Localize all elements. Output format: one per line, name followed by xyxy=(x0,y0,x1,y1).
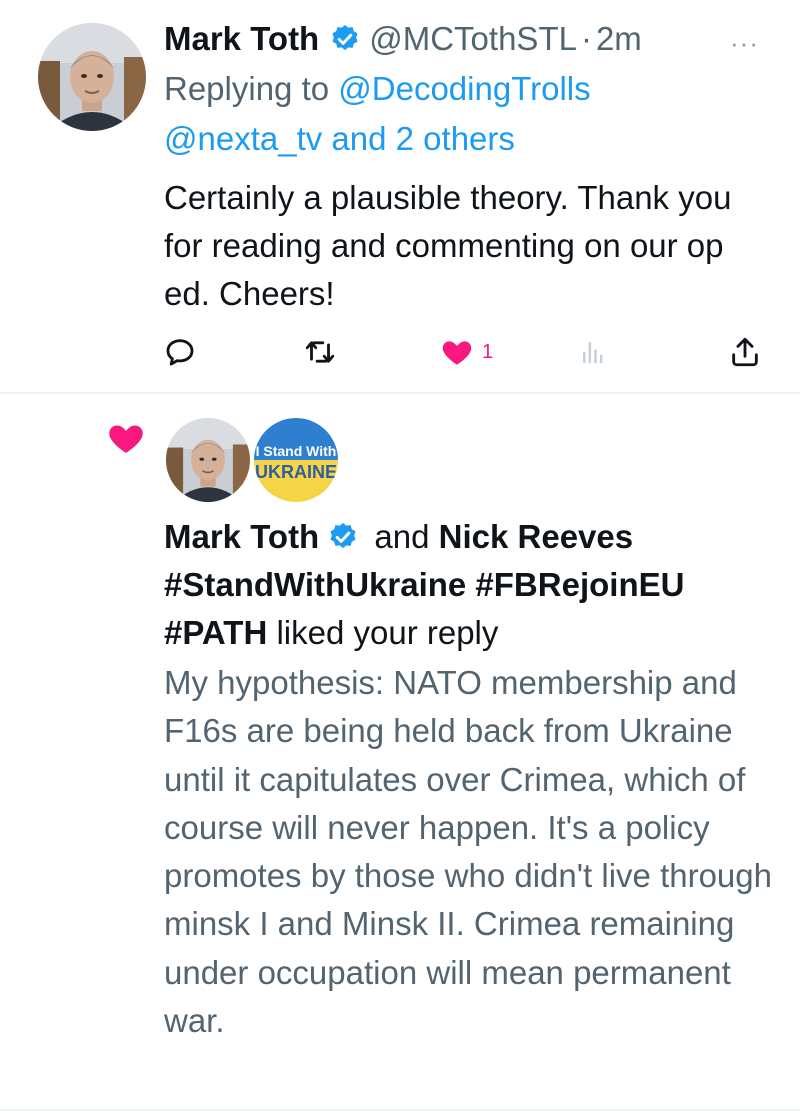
heart-icon xyxy=(109,425,143,453)
liker-avatar-nick-reeves[interactable]: I Stand With UKRAINE xyxy=(254,418,338,502)
verified-badge-icon xyxy=(330,523,356,549)
badge-line1: I Stand With xyxy=(256,443,337,459)
tweet-header: Mark Toth @MCTothSTL · 2m xyxy=(164,14,642,64)
views-icon xyxy=(583,342,603,364)
and-text: and xyxy=(365,518,439,555)
heart-icon xyxy=(442,341,472,365)
tweet: Mark Toth @MCTothSTL · 2m ··· Replying t… xyxy=(0,0,800,392)
views-button[interactable] xyxy=(578,330,608,374)
reply-button[interactable] xyxy=(163,330,197,374)
retweet-icon xyxy=(305,341,335,363)
author-handle[interactable]: @MCTothSTL xyxy=(369,14,577,64)
replying-to: Replying to @DecodingTrolls @nexta_tv an… xyxy=(164,64,774,164)
like-count: 1 xyxy=(482,340,494,363)
replying-others-link[interactable]: @nexta_tv and 2 others xyxy=(164,120,515,157)
action-text: liked your reply xyxy=(267,614,499,651)
badge-line2: UKRAINE xyxy=(255,462,337,482)
author-name[interactable]: Mark Toth xyxy=(164,14,319,64)
share-icon xyxy=(732,337,758,367)
tweet-actions: 1 xyxy=(0,330,800,374)
liker-avatar-mark-toth[interactable] xyxy=(166,418,250,502)
more-options-icon[interactable]: ··· xyxy=(730,28,759,59)
header-separator: · xyxy=(580,20,592,57)
liker-name-1[interactable]: Mark Toth xyxy=(164,518,319,555)
author-avatar[interactable] xyxy=(38,23,146,131)
retweet-button[interactable] xyxy=(303,330,337,374)
like-notification[interactable]: I Stand With UKRAINE Mark Toth and Nick … xyxy=(0,394,800,1111)
replying-prefix: Replying to xyxy=(164,70,339,107)
liked-reply-text: My hypothesis: NATO membership and F16s … xyxy=(164,664,772,1040)
author-photo xyxy=(38,23,146,131)
replying-user-link[interactable]: @DecodingTrolls xyxy=(338,70,590,107)
tweet-time[interactable]: 2m xyxy=(596,14,642,64)
reply-icon xyxy=(166,339,194,366)
tweet-text: Certainly a plausible theory. Thank you … xyxy=(164,179,732,312)
stand-with-ukraine-avatar: I Stand With UKRAINE xyxy=(254,418,338,502)
liker-photo xyxy=(166,418,250,502)
like-button[interactable]: 1 xyxy=(440,330,493,374)
share-button[interactable] xyxy=(728,330,762,374)
notification-summary: Mark Toth and Nick Reeves #StandWithUkra… xyxy=(164,513,779,657)
verified-badge-icon xyxy=(332,25,358,51)
